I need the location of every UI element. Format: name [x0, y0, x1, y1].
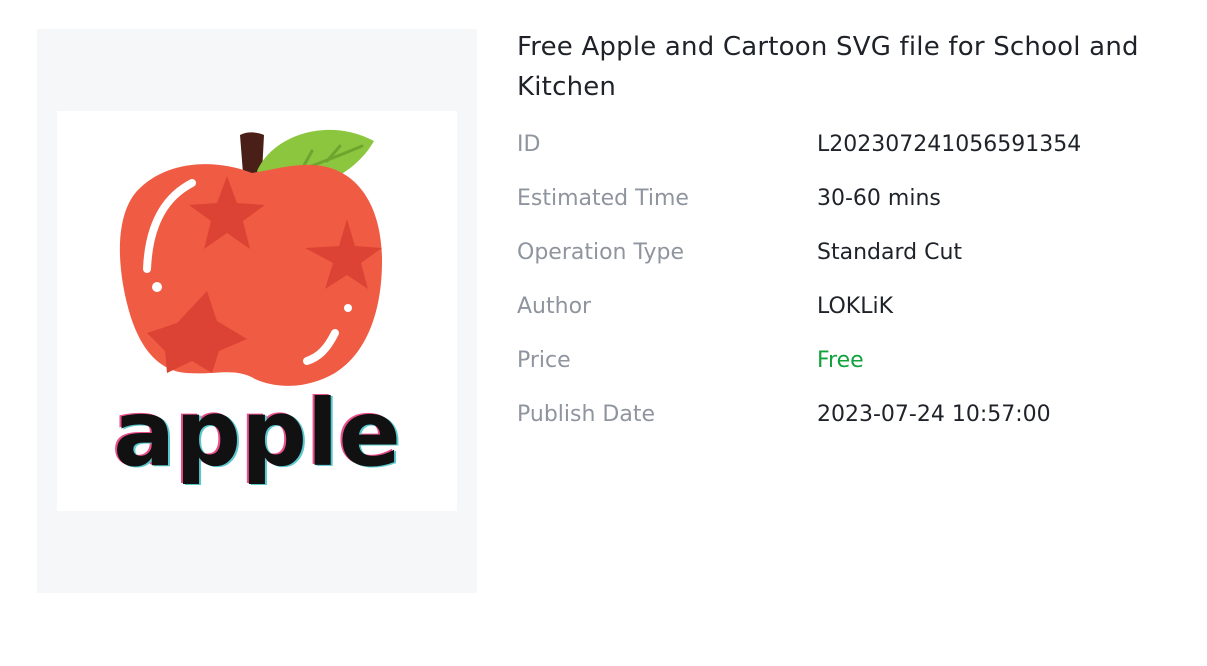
detail-row-id: ID L202307241056591354 [517, 117, 1177, 171]
product-image[interactable]: apple apple apple [57, 111, 457, 511]
detail-label: ID [517, 131, 541, 157]
detail-row-publish-date: Publish Date 2023-07-24 10:57:00 [517, 387, 1177, 441]
detail-value: 2023-07-24 10:57:00 [817, 401, 1051, 427]
product-image-panel: apple apple apple [37, 29, 477, 593]
detail-label: Price [517, 347, 571, 373]
detail-label: Estimated Time [517, 185, 689, 211]
apple-cartoon-image: apple apple apple [111, 129, 403, 488]
detail-value: Standard Cut [817, 239, 963, 265]
detail-label: Author [517, 293, 592, 319]
detail-label: Operation Type [517, 239, 685, 265]
detail-row-estimated-time: Estimated Time 30-60 mins [517, 171, 1177, 225]
product-title: Free Apple and Cartoon SVG file for Scho… [517, 32, 1139, 102]
author-value: LOKLiK [817, 293, 894, 319]
price-value: Free [817, 347, 864, 373]
apple-lettering: apple [113, 380, 401, 487]
product-details: ID L202307241056591354 Estimated Time 30… [517, 117, 1177, 441]
detail-value: L202307241056591354 [817, 131, 1082, 157]
detail-row-operation-type: Operation Type Standard Cut [517, 225, 1177, 279]
detail-row-price: Price Free [517, 333, 1177, 387]
detail-row-author: Author LOKLiK [517, 279, 1177, 333]
product-info: Free Apple and Cartoon SVG file for Scho… [517, 27, 1177, 441]
detail-label: Publish Date [517, 401, 655, 427]
detail-value: 30-60 mins [817, 185, 941, 211]
